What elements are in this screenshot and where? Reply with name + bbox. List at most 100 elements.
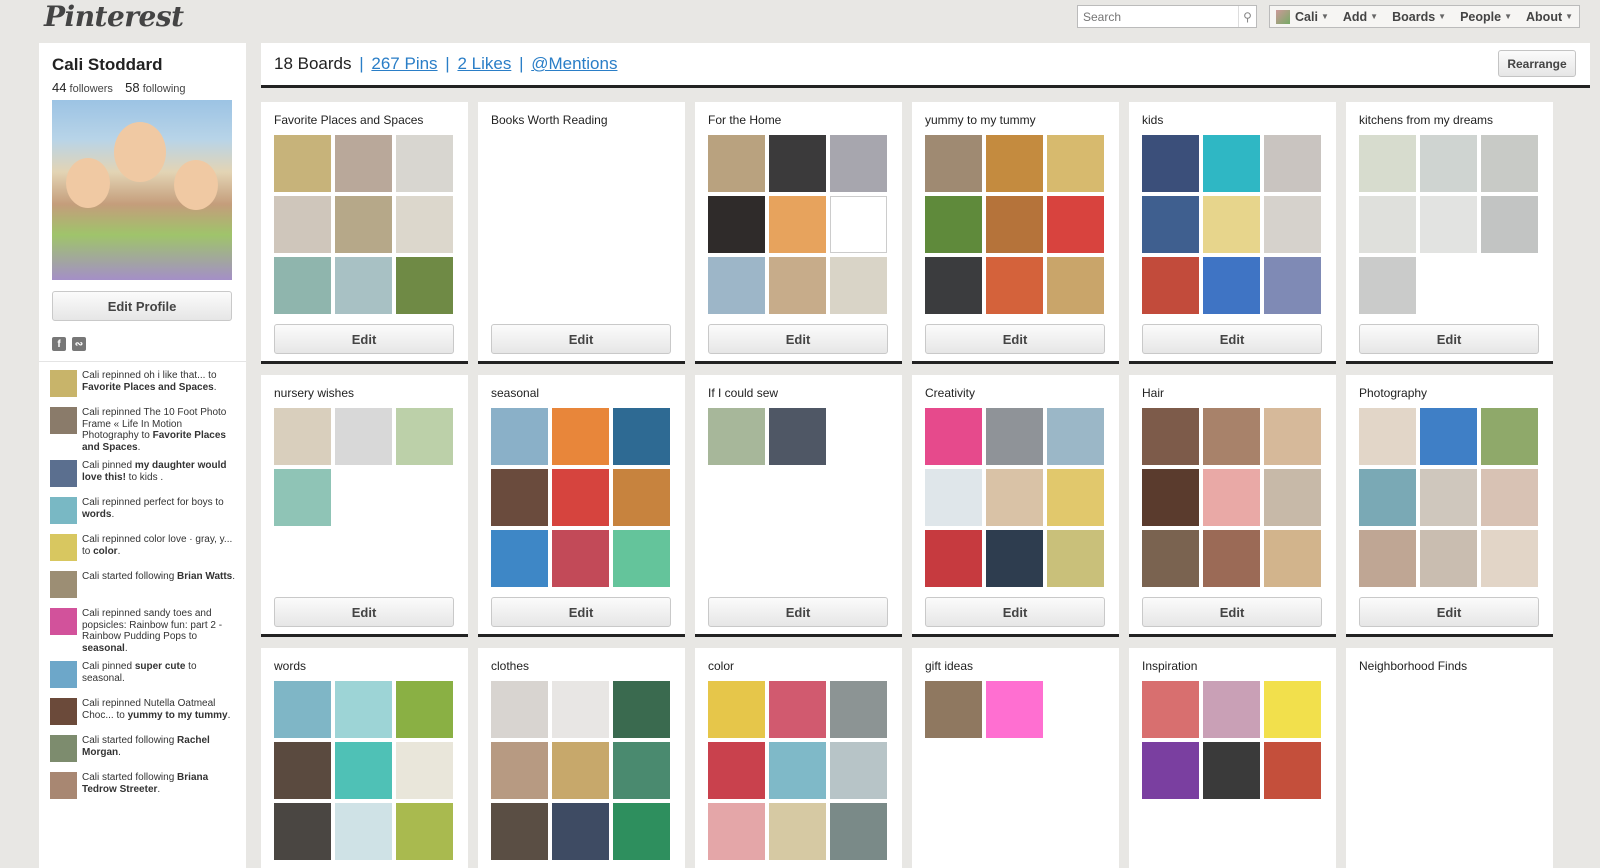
rearrange-button[interactable]: Rearrange (1498, 50, 1576, 77)
pin-thumbnail[interactable] (986, 469, 1043, 526)
pin-thumbnail[interactable] (708, 408, 765, 465)
board-title[interactable]: Hair (1142, 386, 1164, 400)
tab-likes[interactable]: 2 Likes (457, 54, 511, 73)
pin-thumbnail[interactable] (1047, 196, 1104, 253)
pin-thumbnail[interactable] (613, 803, 670, 860)
board-card[interactable]: Hair Edit (1129, 375, 1336, 637)
pin-thumbnail[interactable] (1420, 196, 1477, 253)
activity-item[interactable]: Cali repinned oh i like that... to Favor… (50, 370, 238, 400)
pin-thumbnail[interactable] (925, 196, 982, 253)
pin-thumbnail[interactable] (1264, 681, 1321, 738)
pin-thumbnail[interactable] (491, 469, 548, 526)
board-card[interactable]: yummy to my tummy Edit (912, 102, 1119, 364)
board-edit-button[interactable]: Edit (708, 597, 888, 627)
board-title[interactable]: yummy to my tummy (925, 113, 1036, 127)
board-edit-button[interactable]: Edit (925, 324, 1105, 354)
pin-thumbnail[interactable] (335, 257, 392, 314)
board-card[interactable]: Creativity Edit (912, 375, 1119, 637)
pin-thumbnail[interactable] (1481, 408, 1538, 465)
activity-thumbnail[interactable] (50, 661, 77, 688)
pin-thumbnail[interactable] (1203, 257, 1260, 314)
board-card[interactable]: color (695, 648, 902, 868)
rss-icon[interactable]: ∾ (72, 337, 86, 351)
pin-thumbnail[interactable] (769, 135, 826, 192)
pin-thumbnail[interactable] (769, 408, 826, 465)
search-box[interactable]: ⚲ (1077, 5, 1257, 28)
activity-thumbnail[interactable] (50, 534, 77, 561)
pin-thumbnail[interactable] (274, 408, 331, 465)
pin-thumbnail[interactable] (1359, 135, 1416, 192)
pin-thumbnail[interactable] (274, 135, 331, 192)
nav-add-menu[interactable]: Add ▼ (1343, 10, 1378, 24)
pin-thumbnail[interactable] (986, 196, 1043, 253)
board-card[interactable]: kitchens from my dreams Edit (1346, 102, 1553, 364)
pin-thumbnail[interactable] (1359, 196, 1416, 253)
tab-mentions[interactable]: @Mentions (531, 54, 617, 73)
pin-thumbnail[interactable] (925, 257, 982, 314)
pin-thumbnail[interactable] (769, 196, 826, 253)
pin-thumbnail[interactable] (274, 742, 331, 799)
activity-item[interactable]: Cali started following Rachel Morgan. (50, 735, 238, 765)
pin-thumbnail[interactable] (1047, 469, 1104, 526)
board-card[interactable]: clothes (478, 648, 685, 868)
pin-thumbnail[interactable] (1264, 196, 1321, 253)
board-edit-button[interactable]: Edit (1142, 324, 1322, 354)
board-edit-button[interactable]: Edit (274, 324, 454, 354)
pin-thumbnail[interactable] (925, 469, 982, 526)
pin-thumbnail[interactable] (552, 530, 609, 587)
pin-thumbnail[interactable] (552, 681, 609, 738)
pin-thumbnail[interactable] (613, 408, 670, 465)
activity-thumbnail[interactable] (50, 407, 77, 434)
profile-name[interactable]: Cali Stoddard (52, 55, 163, 75)
activity-link[interactable]: color (93, 546, 117, 557)
pin-thumbnail[interactable] (1359, 530, 1416, 587)
pin-thumbnail[interactable] (769, 742, 826, 799)
pin-thumbnail[interactable] (1481, 469, 1538, 526)
pin-thumbnail[interactable] (1047, 135, 1104, 192)
activity-thumbnail[interactable] (50, 571, 77, 598)
pin-thumbnail[interactable] (491, 742, 548, 799)
board-card[interactable]: nursery wishes Edit (261, 375, 468, 637)
pin-thumbnail[interactable] (1142, 469, 1199, 526)
pin-thumbnail[interactable] (1264, 469, 1321, 526)
board-title[interactable]: If I could sew (708, 386, 778, 400)
board-edit-button[interactable]: Edit (274, 597, 454, 627)
pin-thumbnail[interactable] (1203, 196, 1260, 253)
pin-thumbnail[interactable] (1203, 742, 1260, 799)
pin-thumbnail[interactable] (552, 408, 609, 465)
pin-thumbnail[interactable] (335, 408, 392, 465)
activity-link[interactable]: words (82, 509, 111, 520)
pin-thumbnail[interactable] (613, 530, 670, 587)
following-link[interactable]: 58 following (125, 80, 185, 95)
pin-thumbnail[interactable] (925, 681, 982, 738)
search-input[interactable] (1078, 6, 1238, 27)
tab-pins[interactable]: 267 Pins (371, 54, 437, 73)
board-title[interactable]: Favorite Places and Spaces (274, 113, 423, 127)
nav-boards-menu[interactable]: Boards ▼ (1392, 10, 1446, 24)
board-edit-button[interactable]: Edit (491, 597, 671, 627)
pin-thumbnail[interactable] (335, 742, 392, 799)
activity-item[interactable]: Cali repinned sandy toes and popsicles: … (50, 608, 238, 654)
pin-thumbnail[interactable] (1264, 742, 1321, 799)
pin-thumbnail[interactable] (552, 469, 609, 526)
pin-thumbnail[interactable] (769, 257, 826, 314)
board-card[interactable]: For the Home Edit (695, 102, 902, 364)
pin-thumbnail[interactable] (1203, 681, 1260, 738)
pin-thumbnail[interactable] (986, 530, 1043, 587)
pin-thumbnail[interactable] (335, 196, 392, 253)
board-card[interactable]: Photography Edit (1346, 375, 1553, 637)
pin-thumbnail[interactable] (1047, 257, 1104, 314)
pin-thumbnail[interactable] (491, 408, 548, 465)
board-title[interactable]: Photography (1359, 386, 1427, 400)
activity-thumbnail[interactable] (50, 460, 77, 487)
activity-item[interactable]: Cali repinned perfect for boys to words. (50, 497, 238, 527)
pin-thumbnail[interactable] (396, 408, 453, 465)
pin-thumbnail[interactable] (708, 803, 765, 860)
pin-thumbnail[interactable] (830, 135, 887, 192)
pin-thumbnail[interactable] (1420, 408, 1477, 465)
pin-thumbnail[interactable] (274, 257, 331, 314)
pin-thumbnail[interactable] (335, 135, 392, 192)
pin-thumbnail[interactable] (830, 196, 887, 253)
pin-thumbnail[interactable] (491, 530, 548, 587)
pin-thumbnail[interactable] (708, 742, 765, 799)
